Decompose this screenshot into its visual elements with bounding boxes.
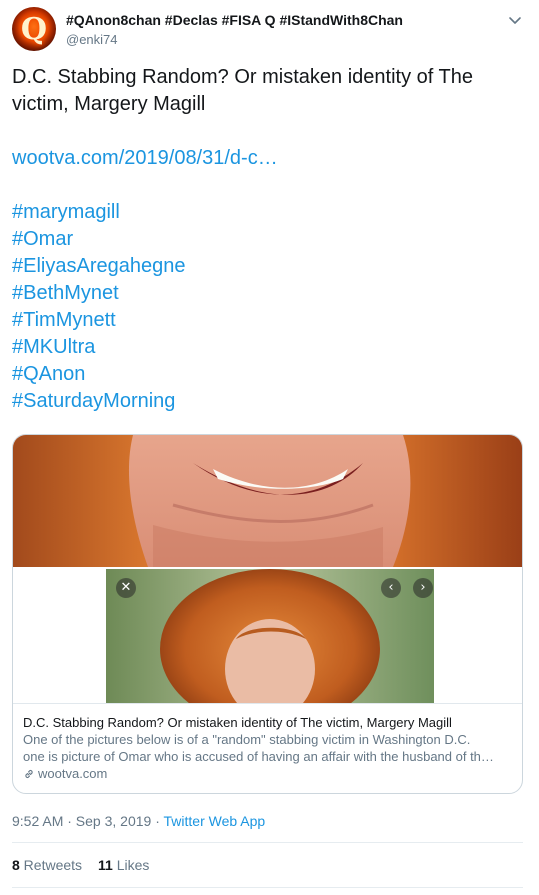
card-domain: wootva.com — [23, 765, 512, 782]
card-meta: D.C. Stabbing Random? Or mistaken identi… — [13, 703, 522, 793]
likes-stat[interactable]: 11 Likes — [98, 857, 149, 873]
card-title: D.C. Stabbing Random? Or mistaken identi… — [23, 715, 452, 730]
tweet-text: D.C. Stabbing Random? Or mistaken identi… — [12, 64, 522, 415]
close-icon[interactable]: ✕ — [116, 578, 136, 598]
divider — [12, 842, 523, 843]
chevron-left-icon[interactable]: ‹ — [381, 578, 401, 598]
link-card[interactable]: ✕ ‹ › D.C. Stabbing Random? Or mistaken … — [12, 434, 523, 794]
card-description-line: One of the pictures below is of a "rando… — [23, 732, 471, 747]
engagement-stats: 8 Retweets 11 Likes — [12, 857, 149, 873]
hashtag[interactable]: #QAnon — [12, 361, 522, 388]
hashtag[interactable]: #MKUltra — [12, 334, 522, 361]
tweet: Q #QAnon8chan #Declas #FISA Q #IStandWit… — [0, 0, 539, 895]
card-image[interactable]: ✕ ‹ › — [13, 435, 522, 703]
source-link[interactable]: Twitter Web App — [164, 813, 266, 829]
avatar[interactable]: Q — [12, 7, 56, 51]
handle[interactable]: @enki74 — [66, 32, 118, 47]
timestamp: 9:52 AM · Sep 3, 2019 · Twitter Web App — [12, 813, 265, 829]
card-description-line: one is picture of Omar who is accused of… — [23, 749, 494, 764]
chevron-right-icon[interactable]: › — [413, 578, 433, 598]
chevron-down-icon[interactable] — [507, 12, 523, 28]
likes-label: Likes — [112, 857, 150, 873]
link-icon — [25, 769, 33, 778]
smiling-face-photo — [13, 435, 522, 567]
tweet-text-line: victim, Margery Magill — [12, 93, 206, 115]
hashtag[interactable]: #Omar — [12, 226, 522, 253]
avatar-letter: Q — [20, 11, 48, 47]
hashtag[interactable]: #marymagill — [12, 199, 522, 226]
card-domain-text: wootva.com — [38, 766, 108, 781]
tweet-time[interactable]: 9:52 AM · Sep 3, 2019 · — [12, 813, 164, 829]
hashtag[interactable]: #SaturdayMorning — [12, 388, 522, 415]
hashtag[interactable]: #TimMynett — [12, 307, 522, 334]
tweet-text-line: D.C. Stabbing Random? Or mistaken identi… — [12, 66, 473, 88]
retweets-label: Retweets — [19, 857, 83, 873]
divider — [12, 887, 523, 888]
retweets-count: 8 — [12, 857, 20, 873]
likes-count: 11 — [98, 857, 113, 873]
card-description: One of the pictures below is of a "rando… — [23, 731, 512, 765]
hashtag[interactable]: #BethMynet — [12, 280, 522, 307]
display-name[interactable]: #QAnon8chan #Declas #FISA Q #IStandWith8… — [66, 12, 403, 28]
hashtag[interactable]: #EliyasAregahegne — [12, 253, 522, 280]
tweet-link[interactable]: wootva.com/2019/08/31/d-c… — [12, 145, 522, 172]
retweets-stat[interactable]: 8 Retweets — [12, 857, 82, 873]
